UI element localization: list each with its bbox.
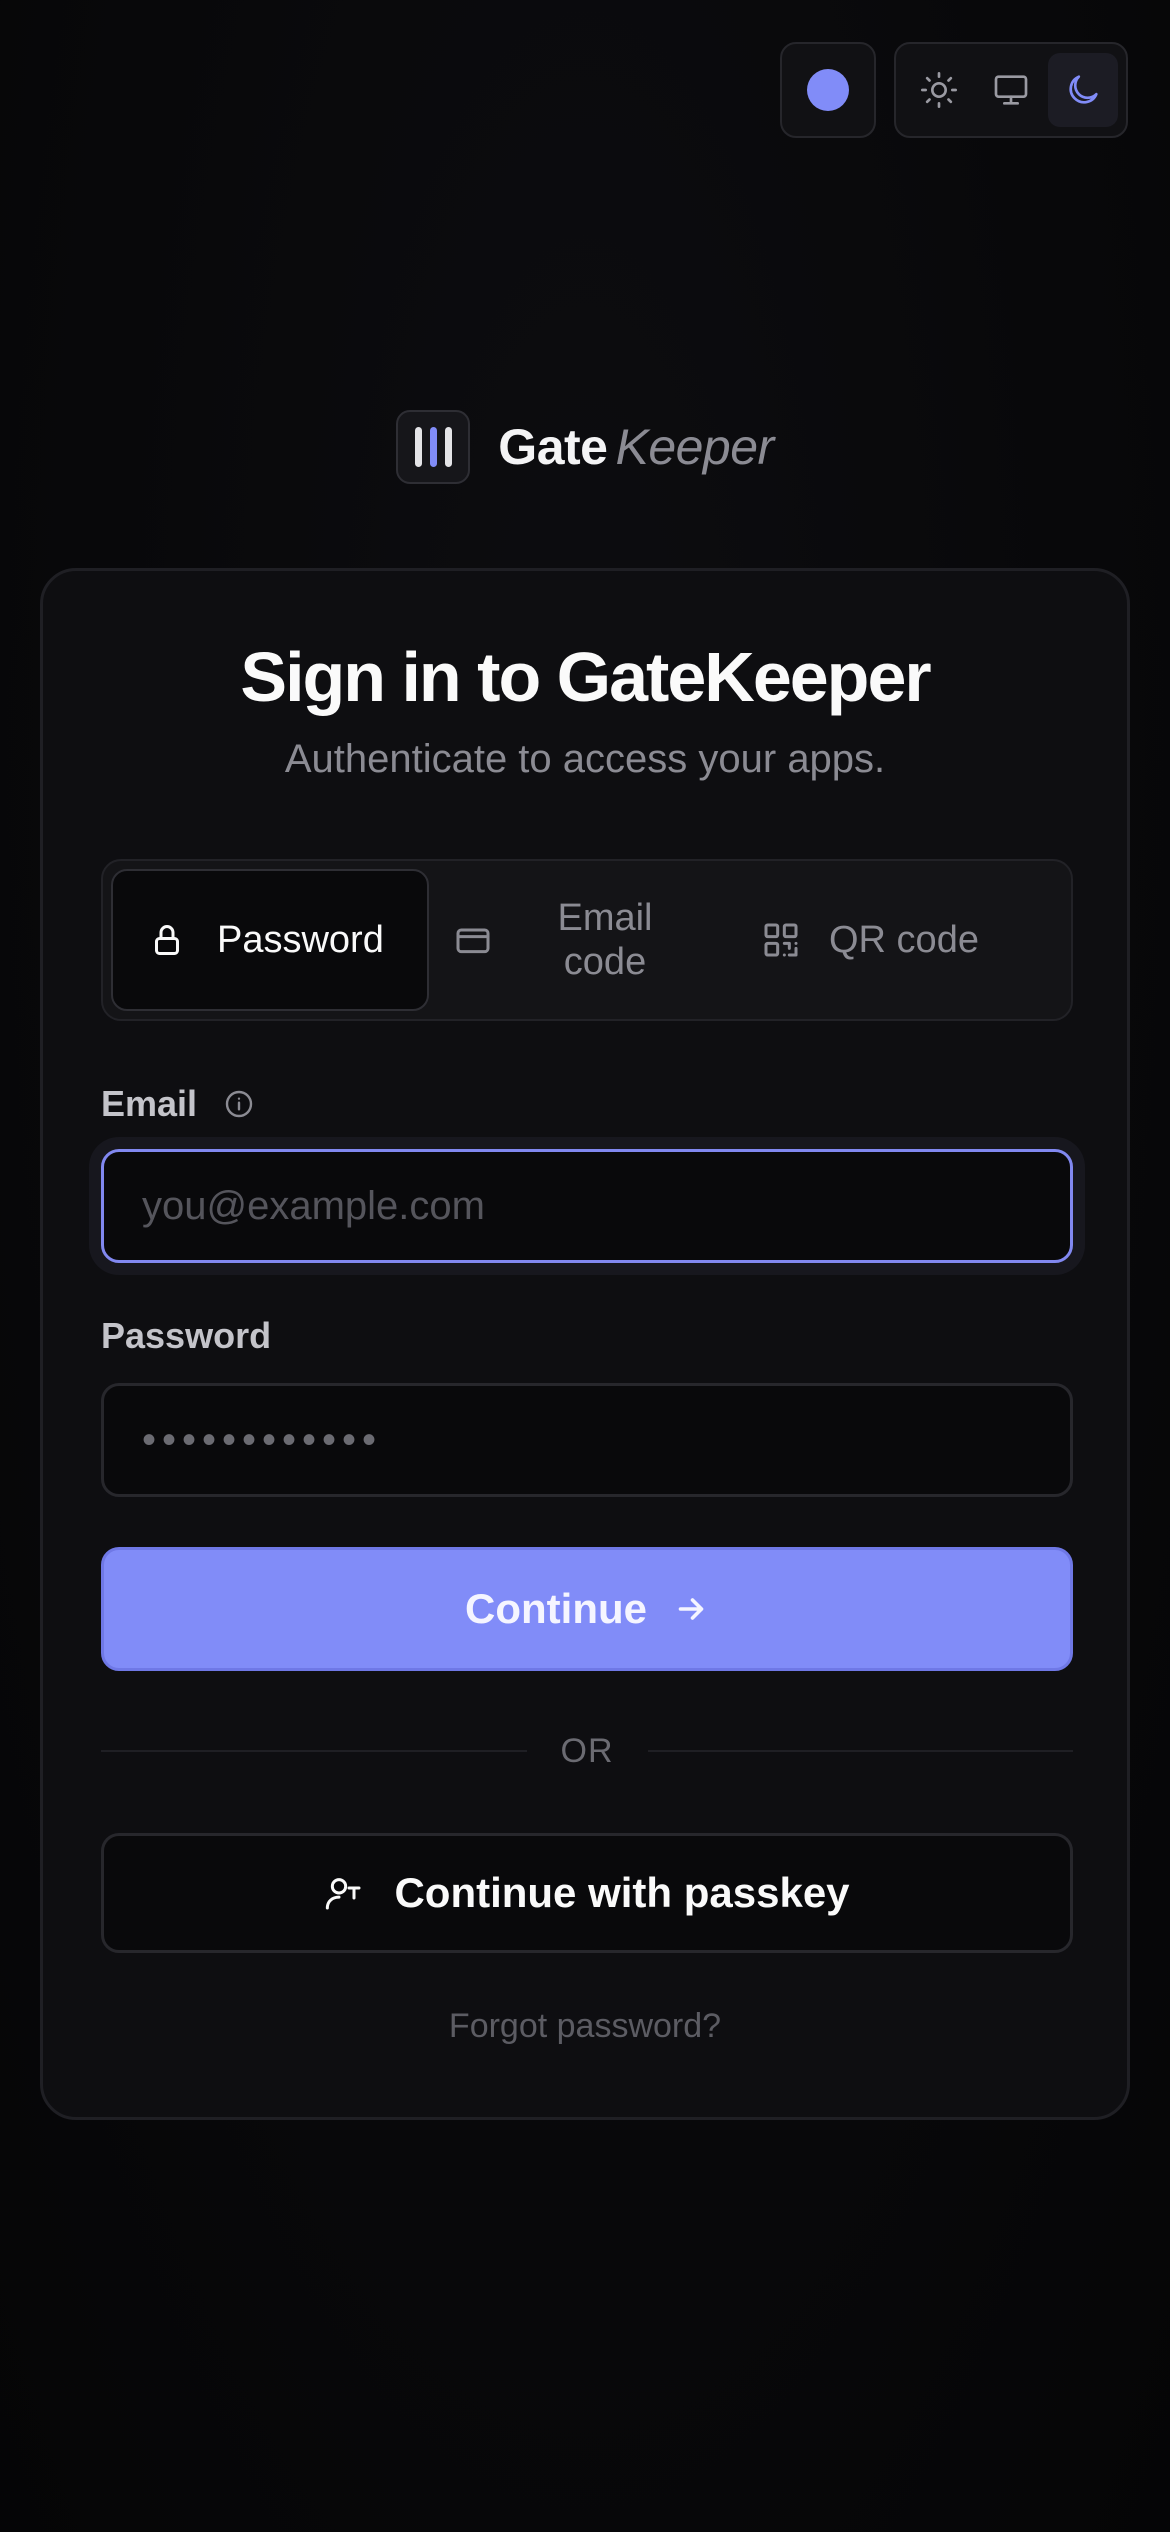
tab-password-label: Password: [217, 918, 384, 961]
continue-button[interactable]: Continue: [101, 1547, 1073, 1671]
page-subtitle: Authenticate to access your apps.: [284, 737, 886, 781]
passkey-button-label: Continue with passkey: [394, 1869, 850, 1916]
continue-button-label: Continue: [465, 1585, 647, 1632]
brand-name-secondary: Keeper: [615, 419, 774, 475]
brand-logo-icon: [396, 410, 471, 484]
auth-method-tabs: Password Email code QR code: [101, 859, 1073, 1021]
theme-toggle: [894, 42, 1128, 138]
brand: Gate Keeper: [0, 410, 1170, 484]
theme-dark-button[interactable]: [1048, 53, 1118, 127]
moon-icon: [1069, 75, 1098, 104]
page-title: Sign in to GateKeeper: [240, 638, 931, 716]
forgot-password-link[interactable]: Forgot password?: [43, 2007, 1127, 2046]
password-input[interactable]: ••••••••••••: [101, 1383, 1073, 1497]
arrow-right-icon: [678, 1598, 704, 1620]
card-icon: [456, 928, 490, 954]
brand-name-primary: Gate: [498, 419, 608, 475]
passkey-icon: [326, 1878, 361, 1910]
tab-qr-code[interactable]: QR code: [733, 869, 1063, 1011]
sign-in-card: Sign in to GateKeeper Authenticate to ac…: [40, 568, 1130, 2120]
email-input[interactable]: [101, 1149, 1073, 1263]
lock-icon: [155, 925, 179, 955]
qr-code-icon: [764, 923, 798, 957]
tab-qr-code-label: QR code: [829, 918, 979, 961]
password-label: Password: [101, 1315, 272, 1356]
tab-email-code[interactable]: Email code: [443, 869, 703, 1011]
tab-email-code-label: Email code: [557, 897, 653, 983]
accent-color-swatch: [807, 69, 849, 111]
email-label: Email: [101, 1083, 255, 1125]
theme-light-button[interactable]: [904, 53, 974, 127]
or-divider-text: OR: [560, 1731, 614, 1770]
or-divider: OR: [101, 1729, 1073, 1773]
monitor-icon: [994, 75, 1028, 105]
sun-icon: [921, 72, 957, 108]
tab-password[interactable]: Password: [111, 869, 429, 1011]
accent-color-picker[interactable]: [780, 42, 876, 138]
info-icon[interactable]: [223, 1088, 255, 1120]
theme-system-button[interactable]: [976, 53, 1046, 127]
passkey-button[interactable]: Continue with passkey: [101, 1833, 1073, 1953]
brand-name: Gate Keeper: [498, 418, 774, 476]
